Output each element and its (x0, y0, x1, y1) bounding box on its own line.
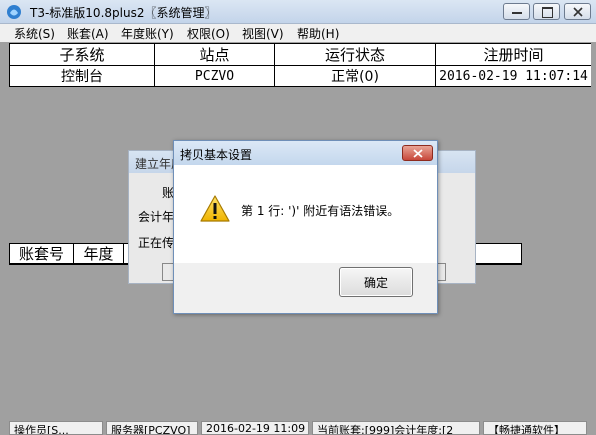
column-header-subsystem[interactable]: 子系统 (10, 44, 155, 66)
table-cell-status[interactable]: 正常(0) (275, 66, 436, 87)
column-header-year[interactable]: 年度 (74, 244, 124, 264)
window-title: T3-标准版10.8plus2〖系统管理〗 (30, 6, 217, 20)
background-dialog-label-fiscal-year: 会计年 (138, 210, 175, 224)
minimize-button[interactable] (503, 3, 530, 20)
menu-help[interactable]: 帮助(H) (297, 25, 339, 42)
menu-system[interactable]: 系统(S) (14, 25, 55, 42)
message-dialog: 拷贝基本设置 第 1 行: ')' 附近有语法错误。 确定 (173, 140, 438, 314)
status-operator: 操作员[S... (9, 421, 103, 435)
table-cell-register-time[interactable]: 2016-02-19 11:07:14 (436, 66, 591, 87)
column-header-account-no[interactable]: 账套号 (10, 244, 74, 264)
background-dialog-label-progress: 正在传 (138, 236, 175, 250)
table-cell-subsystem[interactable]: 控制台 (10, 66, 155, 87)
column-header-register-time[interactable]: 注册时间 (436, 44, 591, 66)
menu-permission[interactable]: 权限(O) (187, 25, 230, 42)
menu-view[interactable]: 视图(V) (242, 25, 284, 42)
column-header-site[interactable]: 站点 (155, 44, 275, 66)
ok-button[interactable]: 确定 (339, 267, 413, 297)
menu-bar: 系统(S) 账套(A) 年度账(Y) 权限(O) 视图(V) 帮助(H) (0, 24, 596, 42)
app-icon (7, 5, 21, 19)
status-brand: 【畅捷通软件】 (483, 421, 587, 435)
warning-icon (200, 195, 230, 222)
close-icon (413, 149, 423, 158)
message-body: 第 1 行: ')' 附近有语法错误。 (174, 165, 437, 263)
table-cell-site[interactable]: PCZVO (155, 66, 275, 87)
menu-year-account[interactable]: 年度账(Y) (121, 25, 174, 42)
message-text: 第 1 行: ')' 附近有语法错误。 (241, 204, 400, 218)
minimize-icon (512, 12, 522, 14)
subsystem-table: 子系统 站点 运行状态 注册时间 控制台 PCZVO 正常(0) 2016-02… (9, 43, 591, 87)
column-header-status[interactable]: 运行状态 (275, 44, 436, 66)
status-current-account: 当前账套:[999]会计年度:[2 (312, 421, 480, 435)
status-server: 服务器[PCZVO] (106, 421, 198, 435)
message-dialog-titlebar: 拷贝基本设置 (174, 141, 437, 165)
status-datetime: 2016-02-19 11:09 (201, 421, 309, 435)
close-icon (573, 7, 583, 17)
message-close-button[interactable] (402, 145, 433, 161)
maximize-button[interactable] (533, 3, 560, 20)
message-dialog-title: 拷贝基本设置 (180, 148, 253, 162)
menu-account[interactable]: 账套(A) (67, 25, 109, 42)
maximize-icon (542, 7, 553, 18)
close-button[interactable] (564, 3, 591, 20)
title-bar: T3-标准版10.8plus2〖系统管理〗 (0, 0, 596, 24)
